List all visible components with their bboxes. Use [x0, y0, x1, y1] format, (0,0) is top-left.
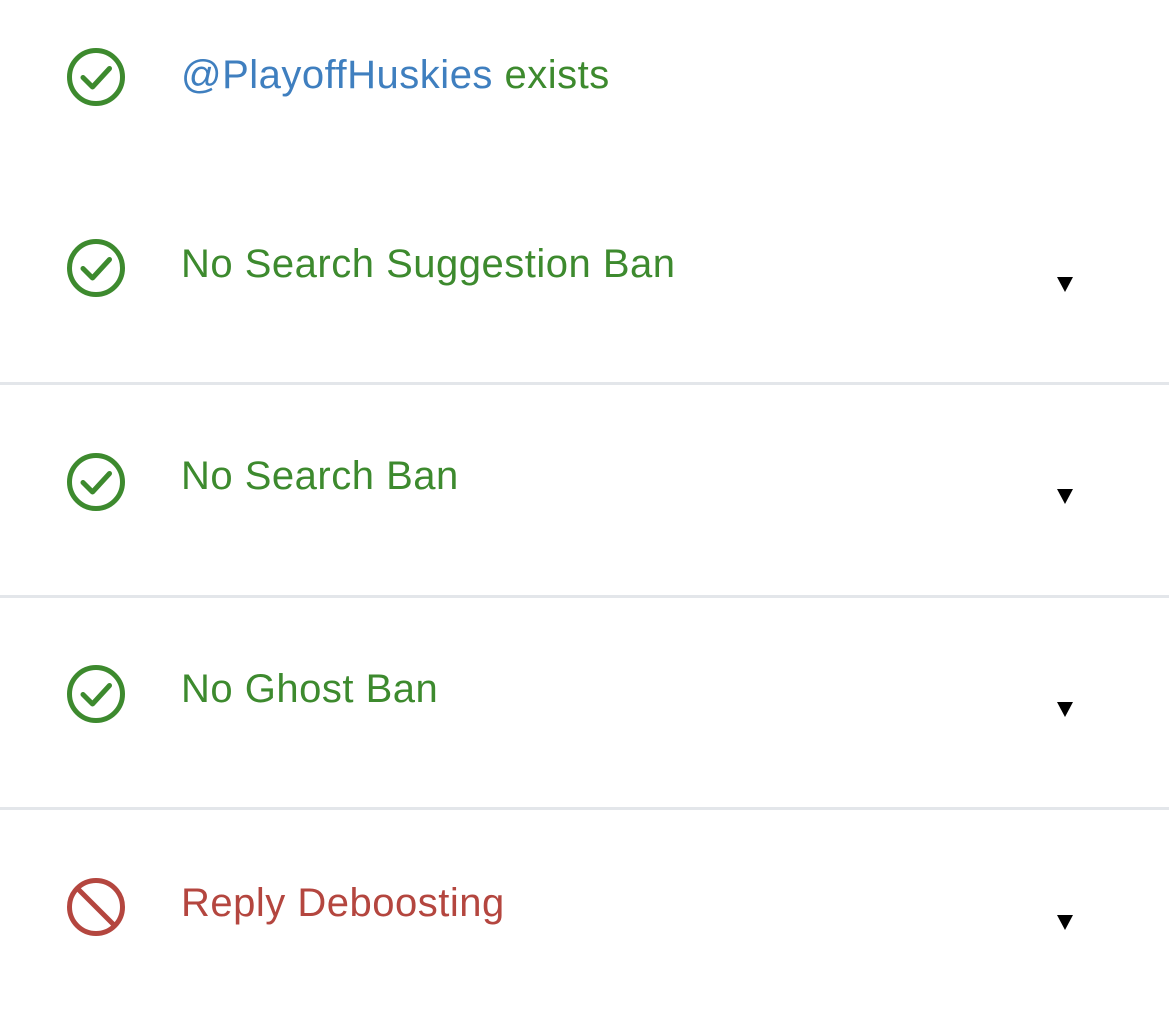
caret-down-icon[interactable] [1055, 274, 1075, 294]
check-circle-icon [66, 452, 126, 512]
account-exists-suffix: exists [492, 53, 610, 97]
check-circle-icon [66, 238, 126, 298]
caret-down-icon[interactable] [1055, 486, 1075, 506]
caret-down-icon[interactable] [1055, 912, 1075, 932]
check-label: No Search Ban [181, 454, 459, 498]
account-exists-text: @PlayoffHuskies exists [181, 51, 610, 99]
check-circle-icon [66, 47, 126, 107]
row-divider [0, 807, 1169, 810]
caret-down-icon[interactable] [1055, 699, 1075, 719]
check-label: No Search Suggestion Ban [181, 242, 676, 286]
account-handle-link[interactable]: @PlayoffHuskies [181, 53, 493, 97]
account-exists-row: @PlayoffHuskies exists [0, 0, 1169, 160]
check-circle-icon [66, 664, 126, 724]
check-row-search-ban[interactable]: No Search Ban [0, 385, 1169, 596]
check-label: No Ghost Ban [181, 667, 439, 711]
check-row-ghost-ban[interactable]: No Ghost Ban [0, 598, 1169, 808]
check-label: Reply Deboosting [181, 881, 505, 925]
prohibited-icon [66, 877, 126, 937]
check-row-search-suggestion-ban[interactable]: No Search Suggestion Ban [0, 170, 1169, 383]
check-row-reply-deboosting[interactable]: Reply Deboosting [0, 811, 1169, 1018]
